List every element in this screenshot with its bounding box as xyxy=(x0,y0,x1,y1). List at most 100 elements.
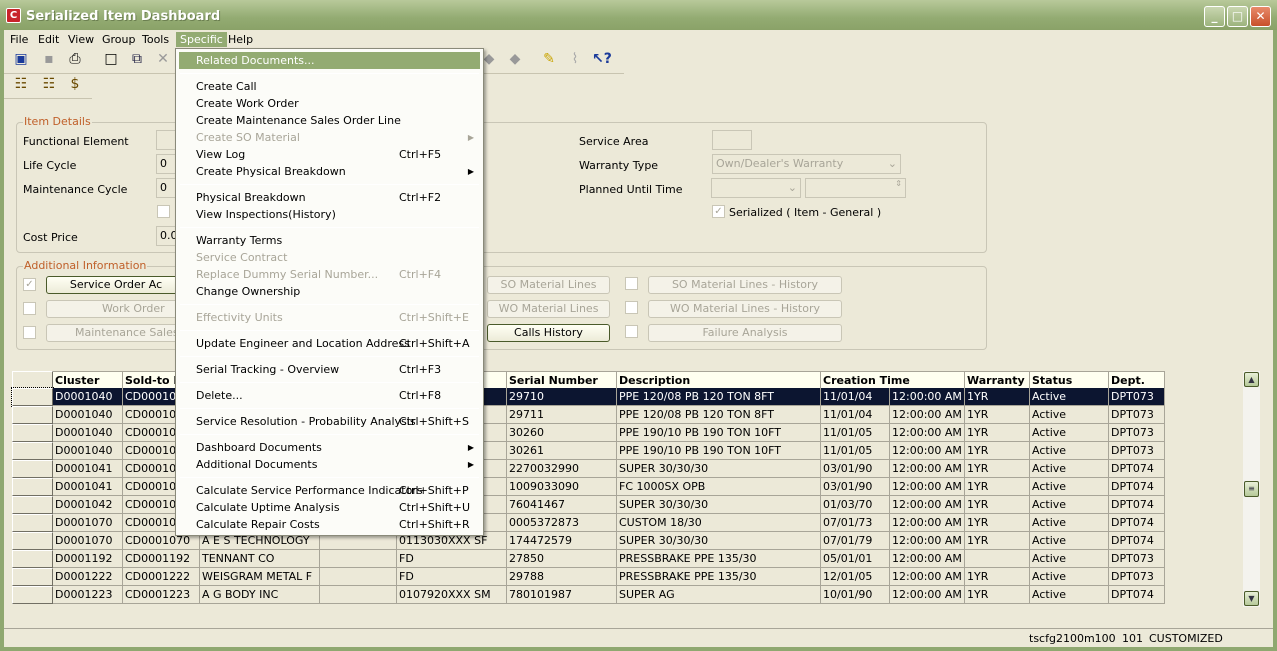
cell-warranty: 1YR xyxy=(965,460,1030,478)
menu-item-dashboard-documents[interactable]: Dashboard Documents ▶ xyxy=(179,439,480,456)
menu-item-service-resolution-probability-analysis[interactable]: Service Resolution - Probability Analysi… xyxy=(179,413,480,430)
row-header[interactable] xyxy=(12,532,53,550)
dashboard-icon[interactable]: ☷ xyxy=(12,75,30,93)
help-pointer-icon[interactable]: ↖? xyxy=(592,50,612,68)
service-area-field[interactable] xyxy=(712,130,752,150)
row-header[interactable] xyxy=(12,406,53,424)
service-order-checkbox[interactable]: ✓ xyxy=(23,278,36,291)
vertical-scrollbar[interactable]: ▲ ≡ ▼ xyxy=(1243,371,1260,607)
new-icon[interactable]: □ xyxy=(102,50,120,68)
planned-until-time[interactable]: ⇕ xyxy=(805,178,906,198)
menu-item-create-physical-breakdown[interactable]: Create Physical Breakdown ▶ xyxy=(179,163,480,180)
wo-material-history-button[interactable]: WO Material Lines - History xyxy=(648,300,842,318)
work-order-button[interactable]: Work Order xyxy=(46,300,186,318)
work-order-checkbox[interactable] xyxy=(23,302,36,315)
row-header[interactable] xyxy=(12,478,53,496)
failure-analysis-checkbox[interactable] xyxy=(625,325,638,338)
menu-item-physical-breakdown[interactable]: Physical Breakdown Ctrl+F2 xyxy=(179,189,480,206)
menu-item-view-log[interactable]: View Log Ctrl+F5 xyxy=(179,146,480,163)
row-header[interactable] xyxy=(12,496,53,514)
column-header-creation-date[interactable]: Creation Time xyxy=(821,371,965,389)
row-header[interactable] xyxy=(12,442,53,460)
scroll-up-icon[interactable]: ▲ xyxy=(1244,372,1259,387)
menu-item-related-documents[interactable]: Related Documents... xyxy=(179,52,480,69)
cost-icon[interactable]: $ xyxy=(66,75,84,93)
menu-group[interactable]: Group xyxy=(98,32,140,47)
close-button[interactable]: ✕ xyxy=(1250,6,1271,27)
menu-specific[interactable]: Specific xyxy=(176,32,227,47)
warranty-type-select[interactable]: Own/Dealer's Warranty ⌄ xyxy=(712,154,901,174)
menu-item-additional-documents[interactable]: Additional Documents ▶ xyxy=(179,456,480,473)
minimize-button[interactable]: _ xyxy=(1204,6,1225,27)
menu-item-delete[interactable]: Delete... Ctrl+F8 xyxy=(179,387,480,404)
row-header[interactable] xyxy=(11,387,54,407)
menu-item-replace-dummy-serial-number[interactable]: Replace Dummy Serial Number... Ctrl+F4 xyxy=(179,266,480,283)
scroll-down-icon[interactable]: ▼ xyxy=(1244,591,1259,606)
delete-icon[interactable]: ✕ xyxy=(154,50,172,68)
cell-cluster: D0001222 xyxy=(53,568,123,586)
chevron-down-icon: ⌄ xyxy=(887,157,897,170)
row-header[interactable] xyxy=(12,568,53,586)
menu-item-update-engineer-and-location-address[interactable]: Update Engineer and Location Address Ctrl… xyxy=(179,335,480,352)
menu-help[interactable]: Help xyxy=(224,32,257,47)
menu-file[interactable]: File xyxy=(6,32,32,47)
menu-item-change-ownership[interactable]: Change Ownership xyxy=(179,283,480,300)
menu-view[interactable]: View xyxy=(64,32,98,47)
item-checkbox[interactable] xyxy=(157,205,170,218)
row-header[interactable] xyxy=(12,514,53,532)
so-history-checkbox[interactable] xyxy=(625,277,638,290)
menu-item-calculate-uptime-analysis[interactable]: Calculate Uptime Analysis Ctrl+Shift+U xyxy=(179,499,480,516)
row-header[interactable] xyxy=(12,550,53,568)
dashboard-doc-icon[interactable]: ☷ xyxy=(40,75,58,93)
wo-history-checkbox[interactable] xyxy=(625,301,638,314)
menu-item-serial-tracking-overview[interactable]: Serial Tracking - Overview Ctrl+F3 xyxy=(179,361,480,378)
copy-icon[interactable]: ⧉ xyxy=(128,50,146,68)
window-title: Serialized Item Dashboard xyxy=(26,9,221,24)
row-header[interactable] xyxy=(12,586,53,604)
cell-creation-date: 07/01/73 xyxy=(821,514,890,532)
column-header-cluster[interactable]: Cluster xyxy=(53,371,123,389)
planned-until-date[interactable]: ⌄ xyxy=(711,178,801,198)
nav-next-icon[interactable]: ◆ xyxy=(506,50,524,68)
functional-element-label: Functional Element xyxy=(23,135,129,148)
save-exit-icon[interactable]: ▣ xyxy=(12,50,30,68)
failure-analysis-button[interactable]: Failure Analysis xyxy=(648,324,842,342)
menu-tools[interactable]: Tools xyxy=(138,32,173,47)
menu-edit[interactable]: Edit xyxy=(34,32,63,47)
column-header-warranty[interactable]: Warranty xyxy=(965,371,1030,389)
wo-material-lines-button[interactable]: WO Material Lines xyxy=(487,300,610,318)
menu-item-effectivity-units[interactable]: Effectivity Units Ctrl+Shift+E xyxy=(179,309,480,326)
row-header[interactable] xyxy=(12,424,53,442)
cell-warranty: 1YR xyxy=(965,532,1030,550)
service-order-button[interactable]: Service Order Ac xyxy=(46,276,186,294)
serialized-checkbox[interactable]: ✓ xyxy=(712,205,725,218)
calls-history-button[interactable]: Calls History xyxy=(487,324,610,342)
column-header-description[interactable]: Description xyxy=(617,371,821,389)
cell-dept: DPT074 xyxy=(1109,460,1165,478)
scroll-thumb[interactable]: ≡ xyxy=(1244,481,1259,497)
attach-icon[interactable]: ⌇ xyxy=(566,50,584,68)
maintenance-sales-checkbox[interactable] xyxy=(23,326,36,339)
column-header-serial-number[interactable]: Serial Number xyxy=(507,371,617,389)
print-icon[interactable]: ⎙ xyxy=(66,50,84,68)
maintenance-sales-button[interactable]: Maintenance Sales O xyxy=(46,324,186,342)
save-icon[interactable]: ▪ xyxy=(40,50,58,68)
so-material-history-button[interactable]: SO Material Lines - History xyxy=(648,276,842,294)
row-header[interactable] xyxy=(12,460,53,478)
menu-item-label: Calculate Service Performance Indicators xyxy=(196,484,423,497)
menu-item-calculate-repair-costs[interactable]: Calculate Repair Costs Ctrl+Shift+R xyxy=(179,516,480,533)
menu-item-create-call[interactable]: Create Call xyxy=(179,78,480,95)
so-material-lines-button[interactable]: SO Material Lines xyxy=(487,276,610,294)
menu-item-calculate-service-performance-indicators[interactable]: Calculate Service Performance Indicators… xyxy=(179,482,480,499)
cell-creation-time: 12:00:00 AM xyxy=(890,514,965,532)
menu-item-view-inspections-history[interactable]: View Inspections(History) xyxy=(179,206,480,223)
menu-item-service-contract[interactable]: Service Contract xyxy=(179,249,480,266)
column-header-status[interactable]: Status xyxy=(1030,371,1109,389)
menu-item-create-so-material[interactable]: Create SO Material ▶ xyxy=(179,129,480,146)
column-header-dept[interactable]: Dept. xyxy=(1109,371,1165,389)
menu-item-warranty-terms[interactable]: Warranty Terms xyxy=(179,232,480,249)
edit-note-icon[interactable]: ✎ xyxy=(540,50,558,68)
maximize-button[interactable]: □ xyxy=(1227,6,1248,27)
menu-item-create-work-order[interactable]: Create Work Order xyxy=(179,95,480,112)
menu-item-create-maintenance-sales-order-line[interactable]: Create Maintenance Sales Order Line xyxy=(179,112,480,129)
